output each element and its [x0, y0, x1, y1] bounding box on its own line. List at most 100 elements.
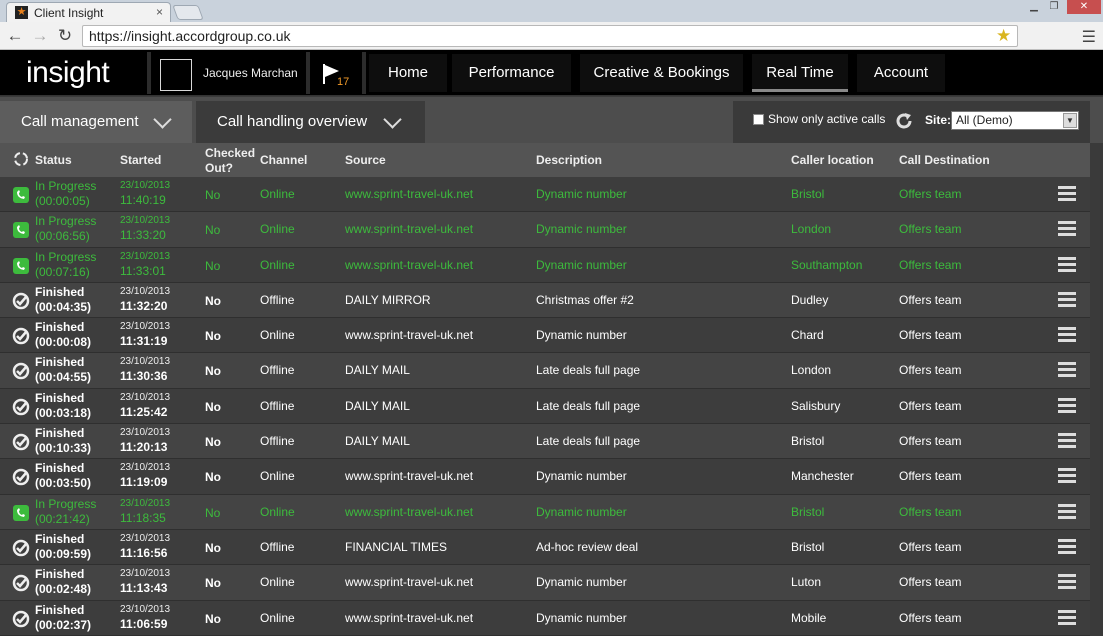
show-active-checkbox[interactable]	[753, 114, 764, 125]
select-arrow-icon[interactable]: ▼	[1063, 113, 1077, 128]
call-duration: (00:07:16)	[35, 264, 90, 279]
col-status[interactable]: Status	[35, 153, 72, 167]
phone-active-icon	[13, 257, 29, 274]
started-time: 11:13:43	[120, 581, 168, 596]
table-row[interactable]: In Progress (00:00:05) 23/10/2013 11:40:19 N…	[0, 177, 1090, 213]
row-menu-icon[interactable]	[1058, 327, 1076, 343]
row-menu-icon[interactable]	[1058, 433, 1076, 449]
channel-value: Offline	[260, 398, 295, 413]
row-menu-icon[interactable]	[1058, 574, 1076, 590]
table-row[interactable]: Finished (00:04:35) 23/10/2013 11:32:20 No Of…	[0, 282, 1090, 319]
status-text: In Progress	[35, 179, 97, 193]
new-tab-button[interactable]	[172, 5, 204, 20]
col-caller-location[interactable]: Caller location	[791, 153, 874, 167]
forward-arrow-icon[interactable]: →	[30, 26, 50, 46]
checked-out-value: No	[205, 576, 221, 591]
table-row[interactable]: In Progress (00:21:42) 23/10/2013 11:18:35 N…	[0, 494, 1090, 530]
table-header: Status Started Checked Out? Channel Sour…	[0, 143, 1090, 177]
started-date: 23/10/2013	[120, 532, 171, 544]
row-menu-icon[interactable]	[1058, 397, 1076, 413]
started-date: 23/10/2013	[120, 497, 171, 509]
refresh-icon[interactable]	[894, 111, 914, 131]
table-row[interactable]: Finished (00:03:18) 23/10/2013 11:25:42 No Of…	[0, 388, 1090, 425]
table-row[interactable]: Finished (00:03:50) 23/10/2013 11:19:09 No On…	[0, 459, 1090, 495]
row-menu-icon[interactable]	[1058, 468, 1076, 484]
checked-out-value: No	[205, 540, 221, 555]
tab-call-handling-label: Call handling overview	[217, 113, 368, 130]
table-row[interactable]: Finished (00:02:48) 23/10/2013 11:13:43 No On…	[0, 565, 1090, 601]
status-refresh-icon[interactable]	[13, 151, 29, 167]
col-description[interactable]: Description	[536, 153, 602, 167]
col-started[interactable]: Started	[120, 153, 161, 167]
source-value: www.sprint-travel-uk.net	[345, 257, 474, 272]
source-value: www.sprint-travel-uk.net	[345, 575, 474, 590]
address-bar[interactable]: https://insight.accordgroup.co.uk	[82, 25, 1018, 47]
channel-value: Offline	[260, 539, 295, 554]
nav-home[interactable]: Home	[369, 54, 447, 92]
started-time: 11:32:20	[120, 298, 168, 313]
browser-tab[interactable]: ★ Client Insight ×	[6, 2, 171, 22]
window-maximize-button[interactable]: ❐	[1045, 0, 1063, 14]
row-menu-icon[interactable]	[1058, 503, 1076, 519]
table-row[interactable]: Finished (00:10:33) 23/10/2013 11:20:13 No Of…	[0, 424, 1090, 460]
description-value: Dynamic number	[536, 328, 627, 343]
table-row[interactable]: Finished (00:09:59) 23/10/2013 11:16:56 No Of…	[0, 529, 1090, 566]
back-arrow-icon[interactable]: ←	[5, 26, 25, 46]
row-menu-icon[interactable]	[1058, 221, 1076, 237]
caller-location-value: London	[791, 363, 832, 378]
caller-location-value: Dudley	[791, 292, 829, 307]
row-menu-icon[interactable]	[1058, 291, 1076, 307]
call-destination-value: Offers team	[899, 292, 962, 307]
table-row[interactable]: In Progress (00:07:16) 23/10/2013 11:33:01 N…	[0, 247, 1090, 283]
nav-creative-bookings[interactable]: Creative & Bookings	[580, 54, 743, 92]
nav-account[interactable]: Account	[857, 54, 945, 92]
row-menu-icon[interactable]	[1058, 362, 1076, 378]
reload-icon[interactable]: ↻	[55, 26, 75, 46]
started-date: 23/10/2013	[120, 568, 171, 580]
table-row[interactable]: Finished (00:00:08) 23/10/2013 11:31:19 No On…	[0, 318, 1090, 354]
channel-value: Online	[260, 222, 295, 237]
window-close-button[interactable]: ✕	[1067, 0, 1101, 14]
checked-out-value: No	[205, 329, 221, 344]
row-menu-icon[interactable]	[1058, 256, 1076, 272]
checked-out-value: No	[205, 435, 221, 450]
col-call-destination[interactable]: Call Destination	[899, 153, 990, 167]
started-time: 11:19:09	[120, 475, 168, 490]
channel-value: Offline	[260, 434, 295, 449]
row-menu-icon[interactable]	[1058, 538, 1076, 554]
started-date: 23/10/2013	[120, 180, 171, 191]
description-value: Christmas offer #2	[536, 292, 634, 307]
col-checked-out[interactable]: Checked Out?	[205, 146, 257, 176]
status-text: Finished	[35, 355, 85, 370]
caller-location-value: London	[791, 222, 832, 237]
row-menu-icon[interactable]	[1058, 186, 1076, 201]
user-name[interactable]: Jacques Marchan	[203, 66, 298, 80]
scrollbar[interactable]	[1090, 143, 1103, 630]
col-channel[interactable]: Channel	[260, 153, 307, 167]
col-source[interactable]: Source	[345, 153, 386, 167]
site-select[interactable]: All (Demo) ▼	[951, 111, 1079, 130]
avatar[interactable]	[160, 59, 192, 91]
tab-call-management[interactable]: Call management	[0, 101, 192, 143]
status-text: Finished	[35, 602, 85, 617]
table-row[interactable]: Finished (00:04:55) 23/10/2013 11:30:36 No Of…	[0, 353, 1090, 389]
status-text: Finished	[35, 461, 85, 476]
window-minimize-button[interactable]: ▁	[1025, 0, 1043, 14]
nav-performance[interactable]: Performance	[452, 54, 571, 92]
tab-close-icon[interactable]: ×	[156, 5, 163, 19]
browser-menu-icon[interactable]: ☰	[1082, 27, 1096, 47]
started-date: 23/10/2013	[120, 250, 171, 262]
table-row[interactable]: Finished (00:02:37) 23/10/2013 11:06:59 No On…	[0, 600, 1090, 636]
started-time: 11:30:36	[120, 369, 168, 384]
status-text: In Progress	[35, 214, 97, 229]
table-row[interactable]: In Progress (00:06:56) 23/10/2013 11:33:20 N…	[0, 212, 1090, 248]
row-menu-icon[interactable]	[1058, 609, 1076, 625]
tab-call-handling-overview[interactable]: Call handling overview	[196, 101, 425, 143]
show-active-label[interactable]: Show only active calls	[768, 112, 885, 126]
caller-location-value: Bristol	[791, 434, 825, 449]
started-date: 23/10/2013	[120, 285, 171, 297]
bookmark-star-icon[interactable]: ★	[996, 26, 1011, 46]
started-time: 11:06:59	[120, 616, 168, 631]
insight-logo[interactable]: insight	[26, 56, 110, 90]
nav-real-time[interactable]: Real Time	[752, 54, 848, 92]
